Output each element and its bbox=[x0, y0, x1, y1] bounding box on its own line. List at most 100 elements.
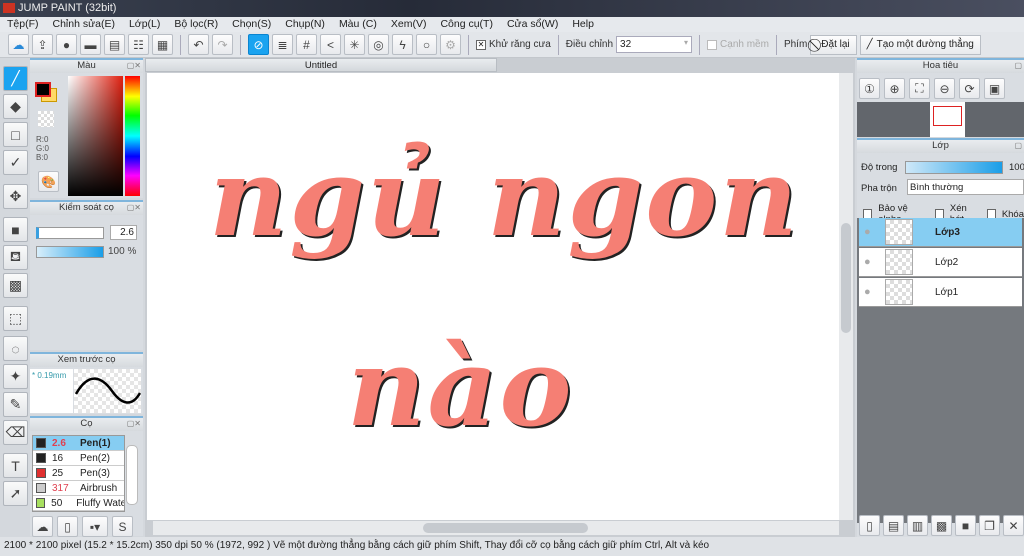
delete-layer-icon[interactable]: ✕ bbox=[1003, 515, 1024, 536]
visibility-icon[interactable]: ● bbox=[864, 226, 871, 238]
message-icon[interactable]: ▬ bbox=[80, 34, 101, 55]
blend-mode-select[interactable]: Bình thường bbox=[907, 179, 1024, 195]
settings-page-icon[interactable]: ☷ bbox=[128, 34, 149, 55]
lasso-tool-icon[interactable]: ◌ bbox=[3, 336, 28, 361]
palette-icon[interactable]: 🎨 bbox=[38, 171, 59, 192]
download-brush-icon[interactable]: ☁ bbox=[32, 516, 53, 537]
new-layer-icon[interactable]: ▯ bbox=[859, 515, 880, 536]
menu-help[interactable]: Help bbox=[565, 17, 601, 32]
pen-tool-icon[interactable]: ╱ bbox=[3, 66, 28, 91]
select-pen-tool-icon[interactable]: ✎ bbox=[3, 392, 28, 417]
eraser-tool-icon[interactable]: ◆ bbox=[3, 94, 28, 119]
snap-off-icon[interactable]: ⊘ bbox=[248, 34, 269, 55]
grid-snap-icon[interactable]: # bbox=[296, 34, 317, 55]
new-layer-folder-icon[interactable]: ▤ bbox=[883, 515, 904, 536]
cloud-icon[interactable]: ☁ bbox=[8, 34, 29, 55]
menu-layer[interactable]: Lớp(L) bbox=[122, 17, 167, 32]
panel-float-icon[interactable]: ▢ bbox=[1014, 141, 1022, 150]
primary-color-swatch[interactable] bbox=[35, 82, 51, 97]
line-brush-tool-icon[interactable]: ✓ bbox=[3, 150, 28, 175]
parallel-snap-icon[interactable]: ≣ bbox=[272, 34, 293, 55]
fill-rect-tool-icon[interactable]: ■ bbox=[3, 217, 28, 242]
select-eraser-tool-icon[interactable]: ⌫ bbox=[3, 420, 28, 445]
brush-item-pen-1[interactable]: 2.6 Pen(1) bbox=[33, 436, 124, 451]
comment-icon[interactable]: ● bbox=[56, 34, 77, 55]
panel-close-icon[interactable]: ▢✕ bbox=[127, 203, 141, 212]
brush-type-dropdown-icon[interactable]: ▪▾ bbox=[82, 516, 108, 537]
transparent-color-swatch[interactable] bbox=[38, 111, 54, 127]
redo-icon[interactable]: ↷ bbox=[212, 34, 233, 55]
color-panel: Màu ▢✕ R:0 G:0 B:0 🎨 bbox=[30, 58, 143, 198]
menu-file[interactable]: Tệp(F) bbox=[0, 17, 46, 32]
reset-button[interactable]: ⃠Đặt lại bbox=[810, 34, 857, 55]
text-tool-icon[interactable]: T bbox=[3, 453, 28, 478]
antialias-checkbox[interactable]: ✕ bbox=[476, 39, 486, 50]
menu-select[interactable]: Chọn(S) bbox=[225, 17, 278, 32]
smooth-edge-checkbox[interactable] bbox=[707, 39, 718, 50]
menu-window[interactable]: Cửa sổ(W) bbox=[500, 17, 565, 32]
brush-item-airbrush[interactable]: 317 Airbrush bbox=[33, 481, 124, 496]
magic-wand-tool-icon[interactable]: ✦ bbox=[3, 364, 28, 389]
flip-icon[interactable]: ▣ bbox=[984, 78, 1005, 99]
radial-snap-icon[interactable]: ✳ bbox=[344, 34, 365, 55]
move-tool-icon[interactable]: ✥ bbox=[3, 184, 28, 209]
panel-float-icon[interactable]: ▢ bbox=[1014, 61, 1022, 70]
zoom-out-icon[interactable]: ⊖ bbox=[934, 78, 955, 99]
layer-row-1[interactable]: ● Lớp1 bbox=[859, 278, 1022, 307]
visibility-icon[interactable]: ● bbox=[864, 286, 871, 298]
menu-edit[interactable]: Chỉnh sửa(E) bbox=[46, 17, 122, 32]
copy-layer-icon[interactable]: ▥ bbox=[907, 515, 928, 536]
brush-opacity-slider[interactable] bbox=[36, 246, 104, 258]
visibility-icon[interactable]: ● bbox=[864, 256, 871, 268]
rotate-icon[interactable]: ⟳ bbox=[959, 78, 980, 99]
vertical-scrollbar[interactable] bbox=[839, 73, 853, 520]
duplicate-icon[interactable]: ❐ bbox=[979, 515, 1000, 536]
brush-item-pen-3[interactable]: 25 Pen(3) bbox=[33, 466, 124, 481]
fit-screen-icon[interactable]: ⛶ bbox=[909, 78, 930, 99]
navigator-thumbnail[interactable] bbox=[930, 102, 965, 137]
concentric-snap-icon[interactable]: ◎ bbox=[368, 34, 389, 55]
snap-settings-icon[interactable]: ⚙ bbox=[440, 34, 461, 55]
edit-list-icon[interactable]: ▦ bbox=[152, 34, 173, 55]
hue-slider[interactable] bbox=[125, 76, 140, 196]
folder-icon[interactable]: ■ bbox=[955, 515, 976, 536]
panel-float-icon[interactable]: ▢✕ bbox=[127, 61, 141, 70]
layer-opacity-slider[interactable] bbox=[905, 161, 1003, 174]
document-tab[interactable]: Untitled bbox=[145, 58, 497, 72]
canvas[interactable]: ngủ ngon nào bbox=[147, 73, 839, 520]
undo-icon[interactable]: ↶ bbox=[188, 34, 209, 55]
menu-tools[interactable]: Công cụ(T) bbox=[433, 17, 500, 32]
app-logo-icon bbox=[3, 3, 15, 13]
new-brush-icon[interactable]: ▯ bbox=[57, 516, 78, 537]
page-icon[interactable]: ▤ bbox=[104, 34, 125, 55]
zoom-in-icon[interactable]: ⊕ bbox=[884, 78, 905, 99]
adjust-select[interactable]: 32 ▾ bbox=[616, 36, 693, 53]
brush-size-slider[interactable] bbox=[36, 227, 104, 239]
shape-tool-icon[interactable]: □ bbox=[3, 122, 28, 147]
brush-size-field[interactable]: 2.6 bbox=[110, 225, 137, 240]
rect-select-tool-icon[interactable]: ⬚ bbox=[3, 306, 28, 331]
layer-row-3[interactable]: ● Lớp3 bbox=[859, 218, 1022, 247]
brush-item-pen-2[interactable]: 16 Pen(2) bbox=[33, 451, 124, 466]
circle-snap-icon[interactable]: ○ bbox=[416, 34, 437, 55]
panel-close-icon[interactable]: ▢✕ bbox=[127, 419, 141, 428]
screentone-icon[interactable]: ▩ bbox=[931, 515, 952, 536]
layer-row-2[interactable]: ● Lớp2 bbox=[859, 248, 1022, 277]
brush-item-fluffy-water[interactable]: 50 Fluffy Water bbox=[33, 496, 124, 511]
perspective-snap-icon[interactable]: < bbox=[320, 34, 341, 55]
zoom-reset-icon[interactable]: ① bbox=[859, 78, 880, 99]
share-icon[interactable]: ⇪ bbox=[32, 34, 53, 55]
menu-filter[interactable]: Bộ lọc(R) bbox=[167, 17, 225, 32]
horizontal-scrollbar[interactable] bbox=[153, 521, 839, 535]
straight-line-button[interactable]: ╱ Tạo một đường thẳng bbox=[859, 34, 981, 55]
saturation-value-picker[interactable] bbox=[68, 76, 123, 196]
curve-snap-icon[interactable]: ϟ bbox=[392, 34, 413, 55]
menu-view[interactable]: Xem(V) bbox=[384, 17, 434, 32]
gradient-tool-icon[interactable]: ▩ bbox=[3, 273, 28, 298]
operation-tool-icon[interactable]: ➚ bbox=[3, 481, 28, 506]
menu-color[interactable]: Màu (C) bbox=[332, 17, 384, 32]
menu-snap[interactable]: Chụp(N) bbox=[278, 17, 332, 32]
brush-list-scrollbar[interactable] bbox=[126, 445, 138, 505]
bucket-tool-icon[interactable]: ⛾ bbox=[3, 245, 28, 270]
brush-settings-icon[interactable]: S bbox=[112, 516, 133, 537]
